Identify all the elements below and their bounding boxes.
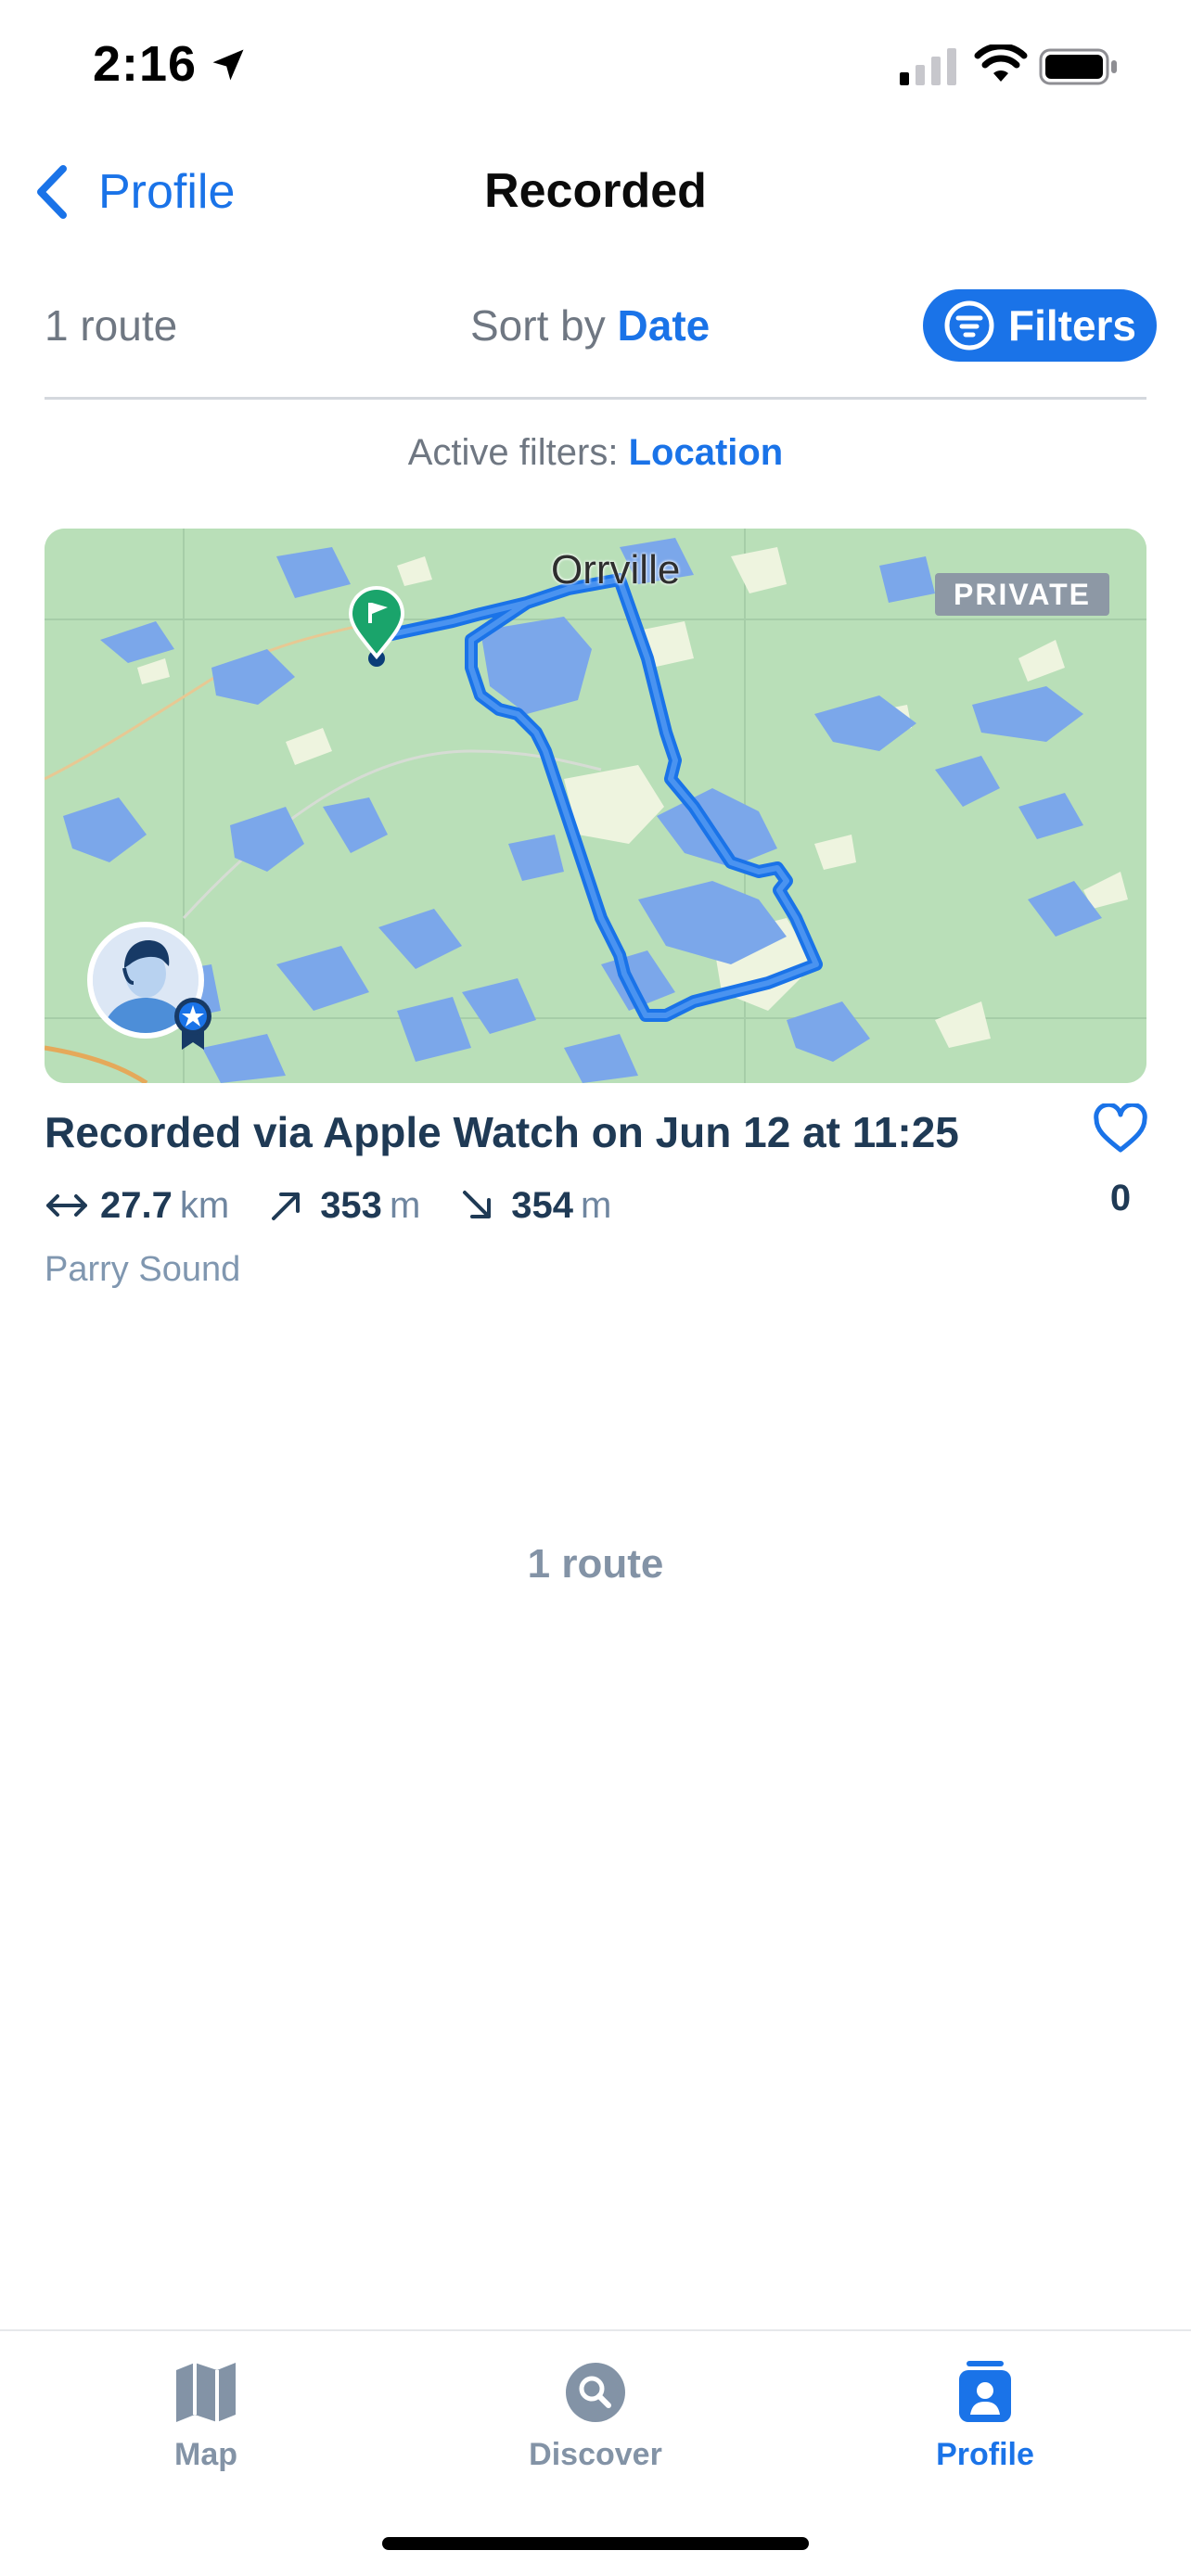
battery-icon	[1039, 48, 1117, 85]
cellular-signal-icon	[900, 48, 956, 85]
filter-icon	[944, 300, 994, 351]
map-icon	[176, 2363, 236, 2422]
status-time: 2:16	[93, 36, 198, 92]
ascent-unit: m	[389, 1184, 421, 1226]
sort-value: Date	[617, 301, 711, 350]
distance-value: 27.7	[100, 1184, 173, 1226]
sort-prefix: Sort by	[470, 301, 606, 350]
descent-arrow-icon	[463, 1191, 492, 1218]
divider	[45, 397, 1146, 400]
tab-profile[interactable]: Profile	[874, 2359, 1096, 2480]
verified-badge-icon	[174, 998, 211, 1050]
descent-unit: m	[581, 1184, 612, 1226]
tab-label-map: Map	[174, 2437, 237, 2472]
heart-icon[interactable]	[1093, 1103, 1148, 1155]
distance-unit: km	[179, 1184, 230, 1226]
list-footer-count: 1 route	[527, 1541, 664, 1587]
active-filters: Active filters: Location	[0, 432, 1191, 474]
page-title: Recorded	[484, 164, 707, 218]
recorded-routes-screen: 2:16 Profile Recorded 1 route Sort by Da…	[0, 0, 1191, 2576]
tab-discover[interactable]: Discover	[484, 2359, 707, 2480]
route-location: Parry Sound	[45, 1250, 241, 1289]
ascent-stat: 353 m	[264, 1185, 420, 1227]
route-card[interactable]: Orrville PRIVATE Recorded via Apple Watc…	[45, 529, 1148, 1317]
sort-control[interactable]: Sort by Date	[470, 300, 710, 351]
ascent-value: 353	[320, 1184, 382, 1226]
navigation-bar: Profile Recorded	[0, 139, 1191, 241]
tab-label-discover: Discover	[529, 2437, 662, 2472]
search-icon	[566, 2363, 625, 2422]
route-stats: 27.7 km 353 m 354 m	[45, 1178, 647, 1233]
filters-label: Filters	[1007, 301, 1137, 350]
map-town-label: Orrville	[551, 547, 681, 593]
tab-label-profile: Profile	[936, 2437, 1034, 2472]
tab-map[interactable]: Map	[95, 2359, 317, 2480]
ascent-arrow-icon	[272, 1192, 301, 1220]
private-badge: PRIVATE	[935, 573, 1109, 616]
active-filters-prefix: Active filters:	[407, 432, 619, 473]
like-count: 0	[1109, 1178, 1132, 1218]
route-title[interactable]: Recorded via Apple Watch on Jun 12 at 11…	[45, 1107, 959, 1157]
route-count: 1 route	[45, 301, 178, 350]
list-toolbar: 1 route Sort by Date Filters	[0, 278, 1191, 371]
descent-stat: 354 m	[455, 1185, 611, 1227]
active-filter-location[interactable]: Location	[629, 432, 784, 473]
route-map-thumbnail[interactable]: Orrville PRIVATE	[45, 529, 1146, 1083]
wifi-icon	[974, 45, 1028, 82]
distance-arrows-icon	[46, 1194, 87, 1217]
filters-button[interactable]: Filters	[923, 289, 1157, 362]
descent-value: 354	[511, 1184, 574, 1226]
status-bar: 2:16	[0, 0, 1191, 134]
profile-icon	[959, 2361, 1011, 2422]
home-indicator	[382, 2537, 809, 2550]
distance-stat: 27.7 km	[45, 1185, 229, 1227]
location-arrow-icon	[212, 49, 244, 81]
